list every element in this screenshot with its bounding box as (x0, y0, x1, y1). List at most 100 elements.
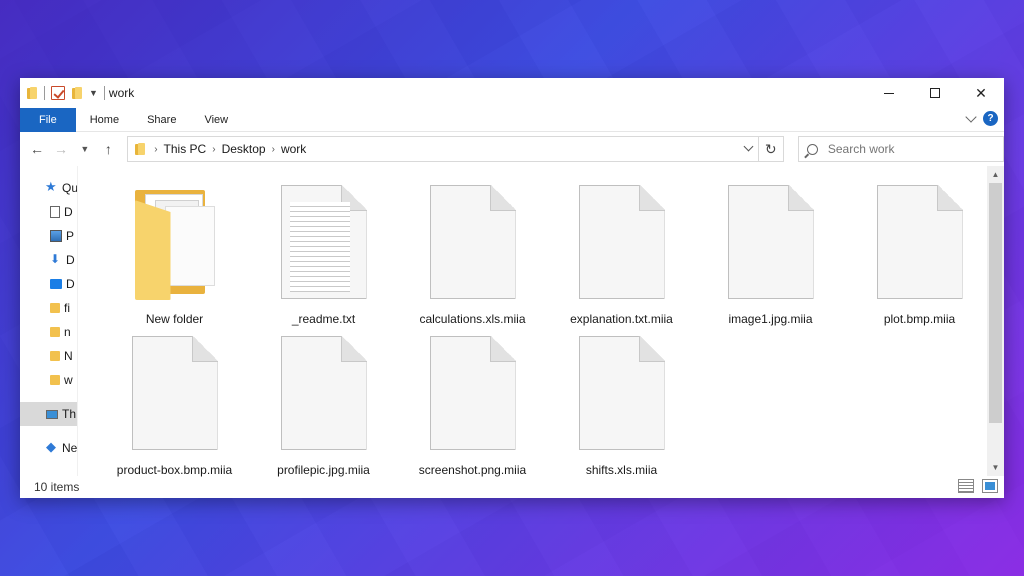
item-count: 10 items (34, 480, 80, 494)
file-name: product-box.bmp.miia (116, 463, 233, 477)
breadcrumb-this-pc[interactable]: This PC (164, 142, 207, 156)
nav-item[interactable]: w (20, 368, 77, 392)
title-bar[interactable]: ▼ work ✕ (20, 78, 1004, 108)
vertical-scrollbar[interactable]: ▲ ▼ (987, 166, 1004, 476)
main-area: QuDPDDfinNwThNe New folder_readme.txtcal… (20, 166, 1004, 477)
tab-home[interactable]: Home (76, 108, 133, 132)
refresh-button[interactable]: ↻ (758, 136, 784, 162)
search-input[interactable] (827, 142, 978, 156)
minimize-icon (884, 92, 894, 94)
file-name: explanation.txt.miia (570, 312, 673, 326)
file-icon (413, 335, 533, 455)
tab-view[interactable]: View (190, 108, 242, 132)
nav-item[interactable]: fi (20, 296, 77, 320)
nav-item-label: D (66, 253, 75, 267)
nav-item[interactable]: D (20, 272, 77, 296)
chevron-right-icon[interactable]: › (212, 144, 215, 155)
navigation-bar: ← → ▼ ↑ › This PC › Desktop › work ↻ (20, 132, 1004, 166)
nav-item[interactable]: Qu (20, 176, 77, 200)
nav-item[interactable]: N (20, 344, 77, 368)
tab-file[interactable]: File (20, 107, 76, 132)
nav-item-label: Qu (62, 181, 78, 195)
minimize-button[interactable] (866, 78, 912, 108)
file-item[interactable]: New folder (100, 184, 249, 335)
file-item[interactable]: shifts.xls.miia (547, 335, 696, 486)
nav-item[interactable]: Th (20, 402, 77, 426)
customize-toolbar-icon[interactable]: ▼ (89, 88, 98, 98)
nav-item[interactable]: P (20, 224, 77, 248)
file-name: plot.bmp.miia (883, 312, 956, 326)
file-grid: New folder _readme.txt calculations.xls.mi… (100, 184, 994, 486)
file-list: New folder _readme.txt calculations.xls.mi… (78, 166, 1004, 477)
nav-item-label: w (64, 373, 73, 387)
maximize-button[interactable] (912, 78, 958, 108)
this-pc-icon (46, 409, 58, 419)
breadcrumb-desktop[interactable]: Desktop (222, 142, 266, 156)
folder-icon (50, 303, 60, 313)
close-button[interactable]: ✕ (958, 78, 1004, 108)
nav-item-label: D (66, 277, 75, 291)
recent-locations-icon[interactable]: ▼ (78, 144, 92, 154)
address-bar[interactable]: › This PC › Desktop › work (127, 136, 759, 162)
help-icon[interactable]: ? (983, 111, 998, 126)
quick-access-toolbar: ▼ (26, 86, 105, 100)
scroll-down-icon[interactable]: ▼ (987, 459, 1004, 476)
file-icon (115, 335, 235, 455)
nav-item-label: Th (62, 407, 77, 421)
nav-item[interactable]: D (20, 200, 77, 224)
file-item[interactable]: profilepic.jpg.miia (249, 335, 398, 486)
close-icon: ✕ (975, 84, 987, 101)
window-controls: ✕ (866, 78, 1004, 108)
search-box[interactable] (797, 136, 1004, 162)
file-name: calculations.xls.miia (419, 312, 526, 326)
back-arrow-icon[interactable]: ← (30, 141, 44, 157)
expand-ribbon-icon[interactable] (965, 110, 977, 123)
file-item[interactable]: plot.bmp.miia (845, 184, 994, 335)
file-name: image1.jpg.miia (728, 312, 813, 326)
file-icon (264, 335, 384, 455)
scroll-up-icon[interactable]: ▲ (987, 166, 1004, 183)
file-icon (562, 184, 682, 304)
nav-item[interactable]: n (20, 320, 77, 344)
ribbon-tabs: File Home Share View ? (20, 107, 1004, 132)
star-icon (45, 179, 58, 195)
new-folder-icon[interactable] (71, 86, 83, 100)
tab-share[interactable]: Share (133, 108, 190, 132)
file-item[interactable]: explanation.txt.miia (547, 184, 696, 335)
nav-item[interactable]: D (20, 248, 77, 272)
chevron-right-icon[interactable]: › (154, 144, 157, 155)
nav-item-label: Ne (62, 441, 78, 455)
forward-arrow-icon[interactable]: → (54, 141, 68, 157)
nav-item[interactable]: Ne (20, 436, 77, 460)
file-item[interactable]: calculations.xls.miia (398, 184, 547, 335)
large-icons-view-icon[interactable] (982, 479, 998, 493)
folder-icon (50, 375, 60, 385)
scrollbar-thumb[interactable] (989, 183, 1002, 423)
file-name: New folder (145, 312, 204, 326)
up-arrow-icon[interactable]: ↑ (102, 141, 116, 157)
ribbon-right-controls: ? (965, 110, 998, 126)
details-view-icon[interactable] (958, 479, 974, 493)
file-item[interactable]: _readme.txt (249, 184, 398, 335)
chevron-right-icon[interactable]: › (272, 144, 275, 155)
file-icon (860, 184, 980, 304)
folder-icon (50, 327, 60, 337)
file-item[interactable]: screenshot.png.miia (398, 335, 547, 486)
toolbar-divider (103, 86, 105, 100)
download-icon (50, 252, 62, 266)
chevron-down-icon[interactable] (743, 141, 754, 152)
toolbar-divider (44, 86, 45, 100)
folder-icon (115, 184, 235, 304)
nav-item-label: n (64, 325, 71, 339)
file-item[interactable]: image1.jpg.miia (696, 184, 845, 335)
properties-icon[interactable] (51, 86, 65, 100)
window-title: work (108, 86, 135, 100)
breadcrumb-work[interactable]: work (281, 142, 306, 156)
view-switcher (958, 479, 998, 493)
nav-item-label: P (66, 229, 75, 243)
navigation-pane: QuDPDDfinNwThNe (20, 166, 78, 476)
file-item[interactable]: product-box.bmp.miia (100, 335, 249, 486)
search-icon (806, 143, 818, 155)
